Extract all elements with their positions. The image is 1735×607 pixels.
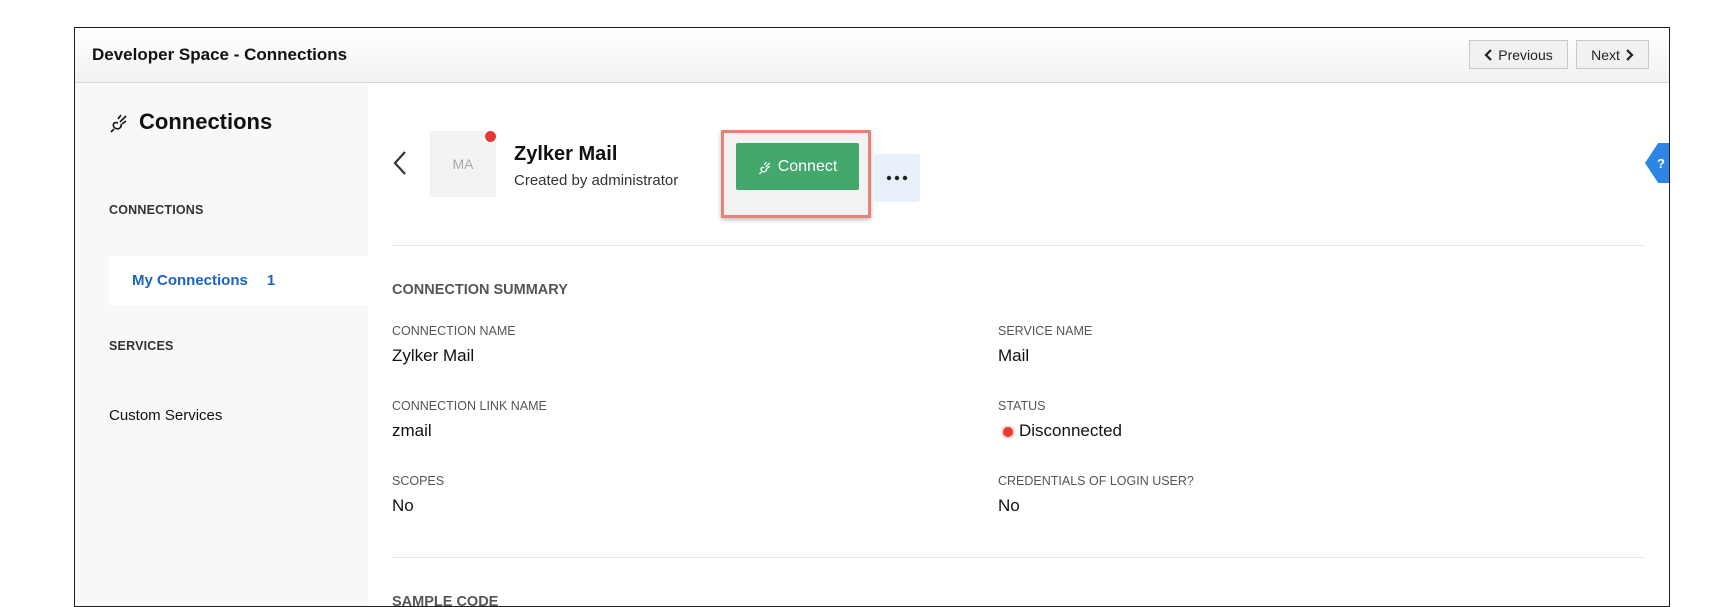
sidebar-item-label: My Connections bbox=[132, 272, 248, 289]
next-button-label: Next bbox=[1591, 46, 1620, 63]
connection-name-value: Zylker Mail bbox=[392, 346, 475, 365]
help-label: ? bbox=[1657, 155, 1665, 171]
status-dot-icon bbox=[483, 129, 498, 144]
connection-title: Zylker Mail bbox=[514, 143, 618, 165]
status-label: STATUS bbox=[998, 399, 1046, 413]
previous-button-label: Previous bbox=[1498, 46, 1553, 63]
divider bbox=[392, 557, 1645, 558]
next-button[interactable]: Next bbox=[1576, 40, 1649, 69]
sample-code-title: SAMPLE CODE bbox=[392, 594, 499, 607]
sidebar: Connections CONNECTIONS My Connections 1… bbox=[75, 83, 368, 606]
connection-name-label: CONNECTION NAME bbox=[392, 324, 516, 338]
connection-link-name-label: CONNECTION LINK NAME bbox=[392, 399, 547, 413]
window-title: Developer Space - Connections bbox=[92, 45, 348, 64]
divider bbox=[392, 245, 1645, 246]
credentials-value: No bbox=[998, 496, 1020, 515]
plug-icon bbox=[758, 161, 771, 174]
connection-summary-title: CONNECTION SUMMARY bbox=[392, 282, 568, 298]
credentials-label: CREDENTIALS OF LOGIN USER? bbox=[998, 474, 1194, 488]
connect-button-label: Connect bbox=[777, 157, 838, 175]
title-bar: Developer Space - Connections Previous N… bbox=[75, 28, 1669, 83]
sidebar-item-my-connections[interactable]: My Connections 1 bbox=[109, 256, 368, 305]
service-name-label: SERVICE NAME bbox=[998, 324, 1093, 338]
chevron-right-icon bbox=[1626, 48, 1634, 61]
service-name-value: Mail bbox=[998, 346, 1030, 365]
previous-button[interactable]: Previous bbox=[1469, 40, 1568, 69]
sidebar-item-custom-services[interactable]: Custom Services bbox=[109, 407, 222, 424]
connection-link-name-value: zmail bbox=[392, 421, 432, 440]
main-content: MA Zylker Mail Created by administrator … bbox=[368, 83, 1669, 606]
app-window: Developer Space - Connections Previous N… bbox=[74, 27, 1670, 607]
sidebar-section-connections: CONNECTIONS bbox=[109, 203, 204, 217]
connection-creator: Created by administrator bbox=[514, 172, 679, 189]
status-value: Disconnected bbox=[1019, 421, 1123, 440]
sidebar-item-count: 1 bbox=[266, 272, 276, 289]
red-dot-icon bbox=[1003, 427, 1013, 437]
sidebar-section-services: SERVICES bbox=[109, 339, 174, 353]
sidebar-title: Connections bbox=[139, 109, 273, 134]
help-icon[interactable]: ? bbox=[1645, 143, 1669, 183]
sidebar-header: Connections bbox=[109, 109, 272, 135]
more-horizontal-icon bbox=[886, 175, 908, 181]
plug-icon bbox=[110, 114, 127, 133]
scopes-label: SCOPES bbox=[392, 474, 445, 488]
chevron-left-icon bbox=[1484, 48, 1493, 61]
connect-button[interactable]: Connect bbox=[736, 143, 859, 190]
back-chevron-icon[interactable] bbox=[392, 149, 408, 177]
more-options-button[interactable] bbox=[874, 154, 920, 202]
scopes-value: No bbox=[392, 496, 414, 515]
